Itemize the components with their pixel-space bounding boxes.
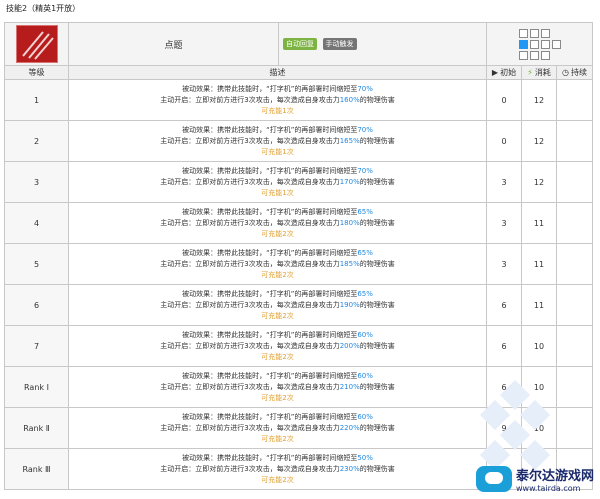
- duration: [555, 120, 594, 162]
- duration: [555, 366, 594, 408]
- skill-name: 点题: [68, 22, 279, 66]
- level-description: 被动效果：携带此技能时，“打字机”的再部署时间缩短至60% 主动开启：立即对前方进…: [68, 325, 487, 367]
- range-self-tile: [518, 39, 528, 49]
- initial-sp: 9: [486, 407, 522, 449]
- skill-header-row: 点题 自动回复 手动触发: [4, 22, 594, 66]
- level-label: 4: [4, 202, 69, 244]
- sp-cost: 12: [521, 79, 557, 121]
- tag-manual-trigger: 手动触发: [322, 38, 357, 50]
- level-description: 被动效果：携带此技能时，“打字机”的再部署时间缩短至65% 主动开启：立即对前方进…: [68, 202, 487, 244]
- table-row: 6 被动效果：携带此技能时，“打字机”的再部署时间缩短至65% 主动开启：立即对前方…: [4, 284, 594, 326]
- tag-auto-recovery: 自动回复: [283, 38, 317, 50]
- clock-icon: ◷: [562, 68, 569, 77]
- header-desc: 描述: [68, 65, 487, 80]
- initial-sp: 6: [486, 284, 522, 326]
- skill-icon: [15, 25, 58, 63]
- header-duration: ◷ 持续: [555, 65, 594, 80]
- initial-sp: 6: [486, 366, 522, 408]
- column-header-row: 等级 描述 ▶ 初始 ⚡ 消耗 ◷ 持续: [4, 65, 594, 80]
- level-description: 被动效果：携带此技能时，“打字机”的再部署时间缩短至65% 主动开启：立即对前方进…: [68, 243, 487, 285]
- sp-cost: 10: [521, 407, 557, 449]
- initial-sp: 6: [486, 325, 522, 367]
- duration: [555, 325, 594, 367]
- sp-cost: 10: [521, 325, 557, 367]
- charge-note: 可充能2次: [261, 311, 294, 320]
- table-row: 4 被动效果：携带此技能时，“打字机”的再部署时间缩短至65% 主动开启：立即对前方…: [4, 202, 594, 244]
- sp-cost: 12: [521, 161, 557, 203]
- initial-sp: 3: [486, 202, 522, 244]
- level-label: Rank Ⅲ: [4, 448, 69, 490]
- table-row: Rank Ⅱ 被动效果：携带此技能时，“打字机”的再部署时间缩短至60% 主动开启：…: [4, 407, 594, 449]
- lightning-icon: ⚡: [527, 68, 533, 77]
- duration: [555, 243, 594, 285]
- initial-sp: 3: [486, 243, 522, 285]
- sp-cost: 11: [521, 202, 557, 244]
- charge-note: 可充能2次: [261, 229, 294, 238]
- charge-note: 可充能2次: [261, 270, 294, 279]
- charge-note: 可充能1次: [261, 106, 294, 115]
- duration: [555, 407, 594, 449]
- level-description: 被动效果：携带此技能时，“打字机”的再部署时间缩短至60% 主动开启：立即对前方进…: [68, 366, 487, 408]
- level-label: 7: [4, 325, 69, 367]
- duration: [555, 202, 594, 244]
- watermark-url: www.tairda.com: [515, 484, 581, 493]
- level-description: 被动效果：携带此技能时，“打字机”的再部署时间缩短至70% 主动开启：立即对前方进…: [68, 161, 487, 203]
- level-label: 6: [4, 284, 69, 326]
- level-label: Rank Ⅱ: [4, 407, 69, 449]
- charge-note: 可充能2次: [261, 475, 294, 484]
- site-watermark: 泰尔达游戏网 www.tairda.com: [475, 465, 594, 493]
- header-level: 等级: [4, 65, 69, 80]
- charge-note: 可充能2次: [261, 393, 294, 402]
- table-row: 1 被动效果：携带此技能时，“打字机”的再部署时间缩短至70% 主动开启：立即对前方…: [4, 79, 594, 121]
- sp-cost: 10: [521, 366, 557, 408]
- skill-table: 点题 自动回复 手动触发 等级 描述 ▶ 初始 ⚡ 消耗 ◷ 持续 1 被动效果：携带此…: [4, 22, 594, 490]
- range-grid: [518, 28, 561, 60]
- skill-tags: 自动回复 手动触发: [278, 22, 487, 66]
- skill-icon-cell: [4, 22, 69, 66]
- level-description: 被动效果：携带此技能时，“打字机”的再部署时间缩短至70% 主动开启：立即对前方进…: [68, 120, 487, 162]
- level-label: 1: [4, 79, 69, 121]
- charge-note: 可充能1次: [261, 188, 294, 197]
- sp-cost: 11: [521, 284, 557, 326]
- initial-sp: 3: [486, 161, 522, 203]
- gamepad-logo-icon: [475, 466, 512, 492]
- charge-note: 可充能2次: [261, 352, 294, 361]
- duration: [555, 284, 594, 326]
- level-description: 被动效果：携带此技能时，“打字机”的再部署时间缩短至70% 主动开启：立即对前方进…: [68, 79, 487, 121]
- play-icon: ▶: [491, 68, 499, 77]
- level-description: 被动效果：携带此技能时，“打字机”的再部署时间缩短至50% 主动开启：立即对前方进…: [68, 448, 487, 490]
- table-row: 5 被动效果：携带此技能时，“打字机”的再部署时间缩短至65% 主动开启：立即对前方…: [4, 243, 594, 285]
- header-cost: ⚡ 消耗: [521, 65, 557, 80]
- table-row: 2 被动效果：携带此技能时，“打字机”的再部署时间缩短至70% 主动开启：立即对前方…: [4, 120, 594, 162]
- level-label: Rank Ⅰ: [4, 366, 69, 408]
- attack-range: [485, 22, 594, 66]
- charge-note: 可充能1次: [261, 147, 294, 156]
- watermark-title: 泰尔达游戏网: [515, 469, 594, 484]
- level-label: 5: [4, 243, 69, 285]
- table-row: 3 被动效果：携带此技能时，“打字机”的再部署时间缩短至70% 主动开启：立即对前方…: [4, 161, 594, 203]
- table-row: 7 被动效果：携带此技能时，“打字机”的再部署时间缩短至60% 主动开启：立即对前方…: [4, 325, 594, 367]
- header-initial: ▶ 初始: [486, 65, 522, 80]
- initial-sp: 0: [486, 120, 522, 162]
- charge-note: 可充能2次: [261, 434, 294, 443]
- duration: [555, 79, 594, 121]
- initial-sp: 0: [486, 79, 522, 121]
- level-description: 被动效果：携带此技能时，“打字机”的再部署时间缩短至60% 主动开启：立即对前方进…: [68, 407, 487, 449]
- sp-cost: 11: [521, 243, 557, 285]
- page-title: 技能2（精英1开放）: [6, 4, 81, 13]
- table-row: Rank Ⅰ 被动效果：携带此技能时，“打字机”的再部署时间缩短至60% 主动开启：…: [4, 366, 594, 408]
- level-label: 2: [4, 120, 69, 162]
- level-label: 3: [4, 161, 69, 203]
- duration: [555, 161, 594, 203]
- level-description: 被动效果：携带此技能时，“打字机”的再部署时间缩短至65% 主动开启：立即对前方进…: [68, 284, 487, 326]
- sp-cost: 12: [521, 120, 557, 162]
